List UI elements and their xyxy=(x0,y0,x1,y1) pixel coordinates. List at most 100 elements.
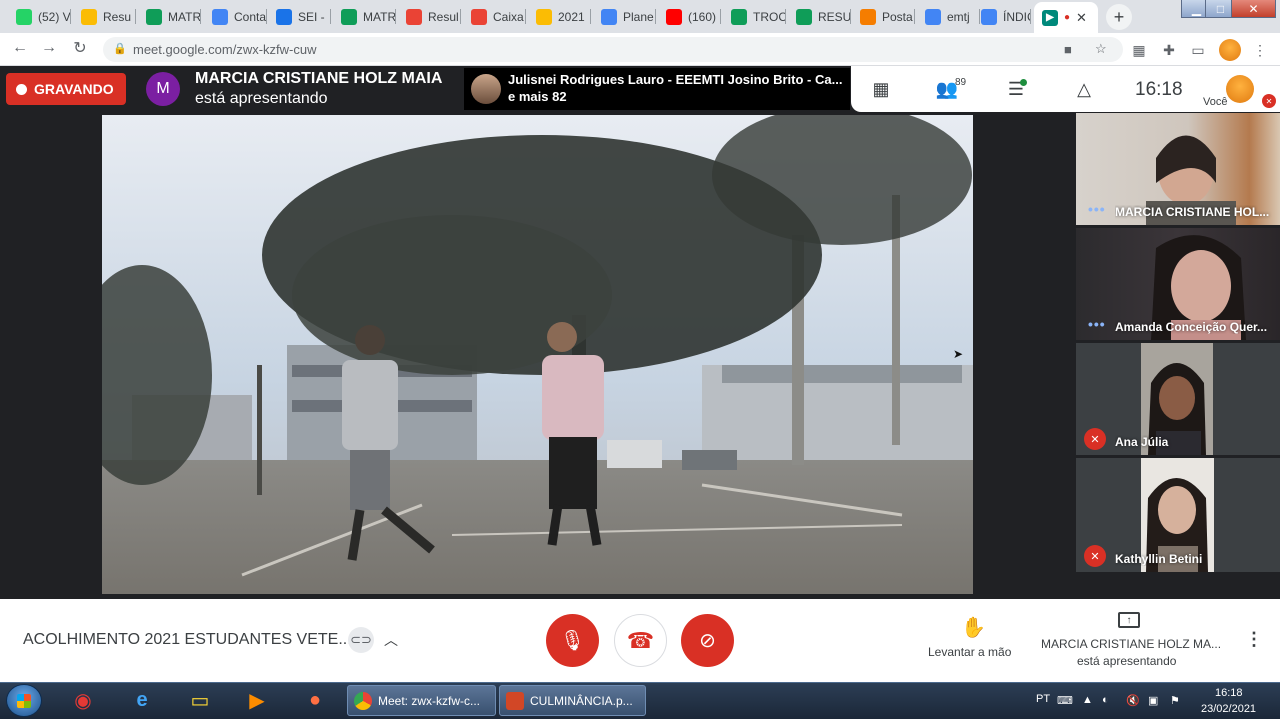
browser-tab-label: Caixa xyxy=(493,9,524,24)
browser-tab-label: RESU xyxy=(818,9,851,24)
browser-tab[interactable]: (160) xyxy=(658,4,721,29)
attachment-icon[interactable]: ⊂⊃ xyxy=(348,627,374,653)
taskbar-button-powerpoint[interactable]: CULMINÂNCIA.p... xyxy=(499,685,646,716)
mic-toggle-button[interactable]: 🎙 xyxy=(546,614,599,667)
browser-tab[interactable]: TROC xyxy=(723,4,786,29)
browser-tab[interactable]: RESU xyxy=(788,4,851,29)
recording-dot-icon: ● xyxy=(1064,12,1071,23)
google-drive-icon xyxy=(536,8,552,25)
network-icon[interactable]: ▣ xyxy=(1148,694,1158,707)
browser-tab[interactable]: ÍNDIC xyxy=(973,4,1031,29)
chevron-up-icon[interactable]: ︿ xyxy=(384,630,398,650)
presenting-name[interactable]: MARCIA CRISTIANE HOLZ MA... xyxy=(1041,637,1221,651)
activities-icon[interactable]: △ xyxy=(1071,78,1097,100)
browser-tab[interactable]: Conta xyxy=(204,4,267,29)
omnibox[interactable]: 🔒 meet.google.com/zwx-kzfw-cuw xyxy=(103,37,1123,62)
participant-name: Ana Júlia xyxy=(1115,435,1169,449)
raise-hand-icon[interactable]: ✋ xyxy=(961,615,986,640)
participant-tile[interactable]: ✕ Ana Júlia xyxy=(1076,343,1280,455)
system-time[interactable]: 16:18 xyxy=(1215,687,1243,699)
browser-tab-label: Posta xyxy=(882,9,913,24)
google-docs-icon xyxy=(601,8,617,25)
start-button[interactable] xyxy=(6,684,42,717)
system-date[interactable]: 23/02/2021 xyxy=(1201,703,1256,715)
camera-permission-icon[interactable]: ■ xyxy=(1064,42,1072,57)
lock-icon: 🔒 xyxy=(113,43,127,55)
browser-tab[interactable]: Caixa xyxy=(463,4,526,29)
presenting-status[interactable]: está apresentando xyxy=(1077,654,1176,668)
tab-separator xyxy=(70,9,71,24)
gas-station-canopy xyxy=(722,365,962,383)
new-tab-button[interactable]: + xyxy=(1106,4,1132,30)
back-button[interactable]: ← xyxy=(9,37,31,59)
participant-tile[interactable]: ✕ Kathyllin Betini xyxy=(1076,458,1280,572)
browser-tab[interactable]: emtj xyxy=(917,4,980,29)
account-icon xyxy=(212,8,228,25)
grid-extension-icon[interactable]: ▦ xyxy=(1129,40,1149,60)
close-tab-icon[interactable]: ✕ xyxy=(1076,10,1087,26)
extensions-puzzle-icon[interactable]: ✚ xyxy=(1159,40,1179,60)
browser-tab[interactable]: Posta xyxy=(852,4,915,29)
firefox-icon[interactable]: ● xyxy=(300,686,330,714)
red-app-icon[interactable]: ◉ xyxy=(68,686,98,714)
browser-tab-label: MATR xyxy=(363,9,396,24)
media-player-icon[interactable]: ▶ xyxy=(242,686,272,714)
participant-tile[interactable]: ••• MARCIA CRISTIANE HOL... xyxy=(1076,113,1280,225)
participant-tile[interactable]: ••• Amanda Conceição Quer... xyxy=(1076,228,1280,340)
camera-toggle-button[interactable]: ⊘ xyxy=(681,614,734,667)
tab-separator xyxy=(200,9,201,24)
browser-tab[interactable]: MATR xyxy=(333,4,396,29)
security-icon[interactable]: ◐ xyxy=(1102,694,1109,706)
keyboard-icon[interactable]: ⌨ xyxy=(1057,694,1073,707)
file-explorer-icon[interactable]: ▭ xyxy=(185,686,215,714)
browser-tab-label: Plane xyxy=(623,9,654,24)
browser-tab-label: MATR xyxy=(168,9,201,24)
browser-tab[interactable]: SEI - xyxy=(268,4,331,29)
meeting-clock: 16:18 xyxy=(1135,79,1183,100)
show-hidden-icons-icon[interactable]: ▲ xyxy=(1082,694,1093,706)
input-language[interactable]: PT xyxy=(1036,693,1050,705)
chrome-menu-icon[interactable]: ⋮ xyxy=(1250,40,1270,60)
meeting-title[interactable]: ACOLHIMENTO 2021 ESTUDANTES VETE... xyxy=(23,631,352,649)
layout-grid-icon[interactable]: ▦ xyxy=(868,78,894,100)
tab-separator xyxy=(460,9,461,24)
leave-call-button[interactable]: ☎ xyxy=(614,614,667,667)
other-participants-more: e mais 82 xyxy=(508,89,567,104)
browser-tab[interactable]: Resu xyxy=(73,4,136,29)
tab-separator xyxy=(850,9,851,24)
browser-tab-label: (52) V xyxy=(38,9,71,24)
parked-van xyxy=(607,440,662,468)
browser-tab[interactable]: Resul xyxy=(398,4,461,29)
gmail-icon xyxy=(406,8,422,25)
google-sheets-icon xyxy=(146,8,162,25)
browser-tab[interactable]: Plane xyxy=(593,4,656,29)
profile-avatar[interactable] xyxy=(1219,39,1241,61)
volume-muted-icon[interactable]: 🔇 xyxy=(1126,694,1140,707)
close-window-button[interactable]: ✕ xyxy=(1231,0,1276,18)
whatsapp-icon xyxy=(16,8,32,25)
recording-dot-icon xyxy=(16,83,27,95)
browser-tab-label: Resu xyxy=(103,9,132,24)
browser-tab-label: emtj xyxy=(947,9,970,24)
internet-explorer-icon[interactable]: e xyxy=(127,686,157,714)
raise-hand-label[interactable]: Levantar a mão xyxy=(928,645,1011,659)
more-options-icon[interactable]: ⋮ xyxy=(1245,629,1263,650)
taskbar-button-label: CULMINÂNCIA.p... xyxy=(530,693,633,708)
tab-separator xyxy=(330,9,331,24)
recording-badge: GRAVANDO xyxy=(6,73,126,105)
present-screen-icon[interactable]: ↑ xyxy=(1118,612,1140,628)
bookmark-star-icon[interactable]: ☆ xyxy=(1095,41,1107,57)
video-scene xyxy=(102,115,973,594)
tab-separator xyxy=(720,9,721,24)
tab-meet-active[interactable]: ▶ ● ✕ xyxy=(1034,2,1098,33)
browser-tab-label: SEI - xyxy=(298,9,325,24)
reload-button[interactable]: ↻ xyxy=(69,37,91,59)
taskbar-button-chrome[interactable]: Meet: zwx-kzfw-c... xyxy=(347,685,496,716)
google-meet-icon: ▶ xyxy=(1042,9,1058,26)
action-center-flag-icon[interactable]: ⚑ xyxy=(1170,694,1180,707)
browser-tab[interactable]: 2021 xyxy=(528,4,591,29)
forward-button[interactable]: → xyxy=(38,37,60,59)
browser-tab[interactable]: MATR xyxy=(138,4,201,29)
presenter-status: está apresentando xyxy=(195,90,328,107)
browser-tab[interactable]: (52) V xyxy=(8,4,71,29)
